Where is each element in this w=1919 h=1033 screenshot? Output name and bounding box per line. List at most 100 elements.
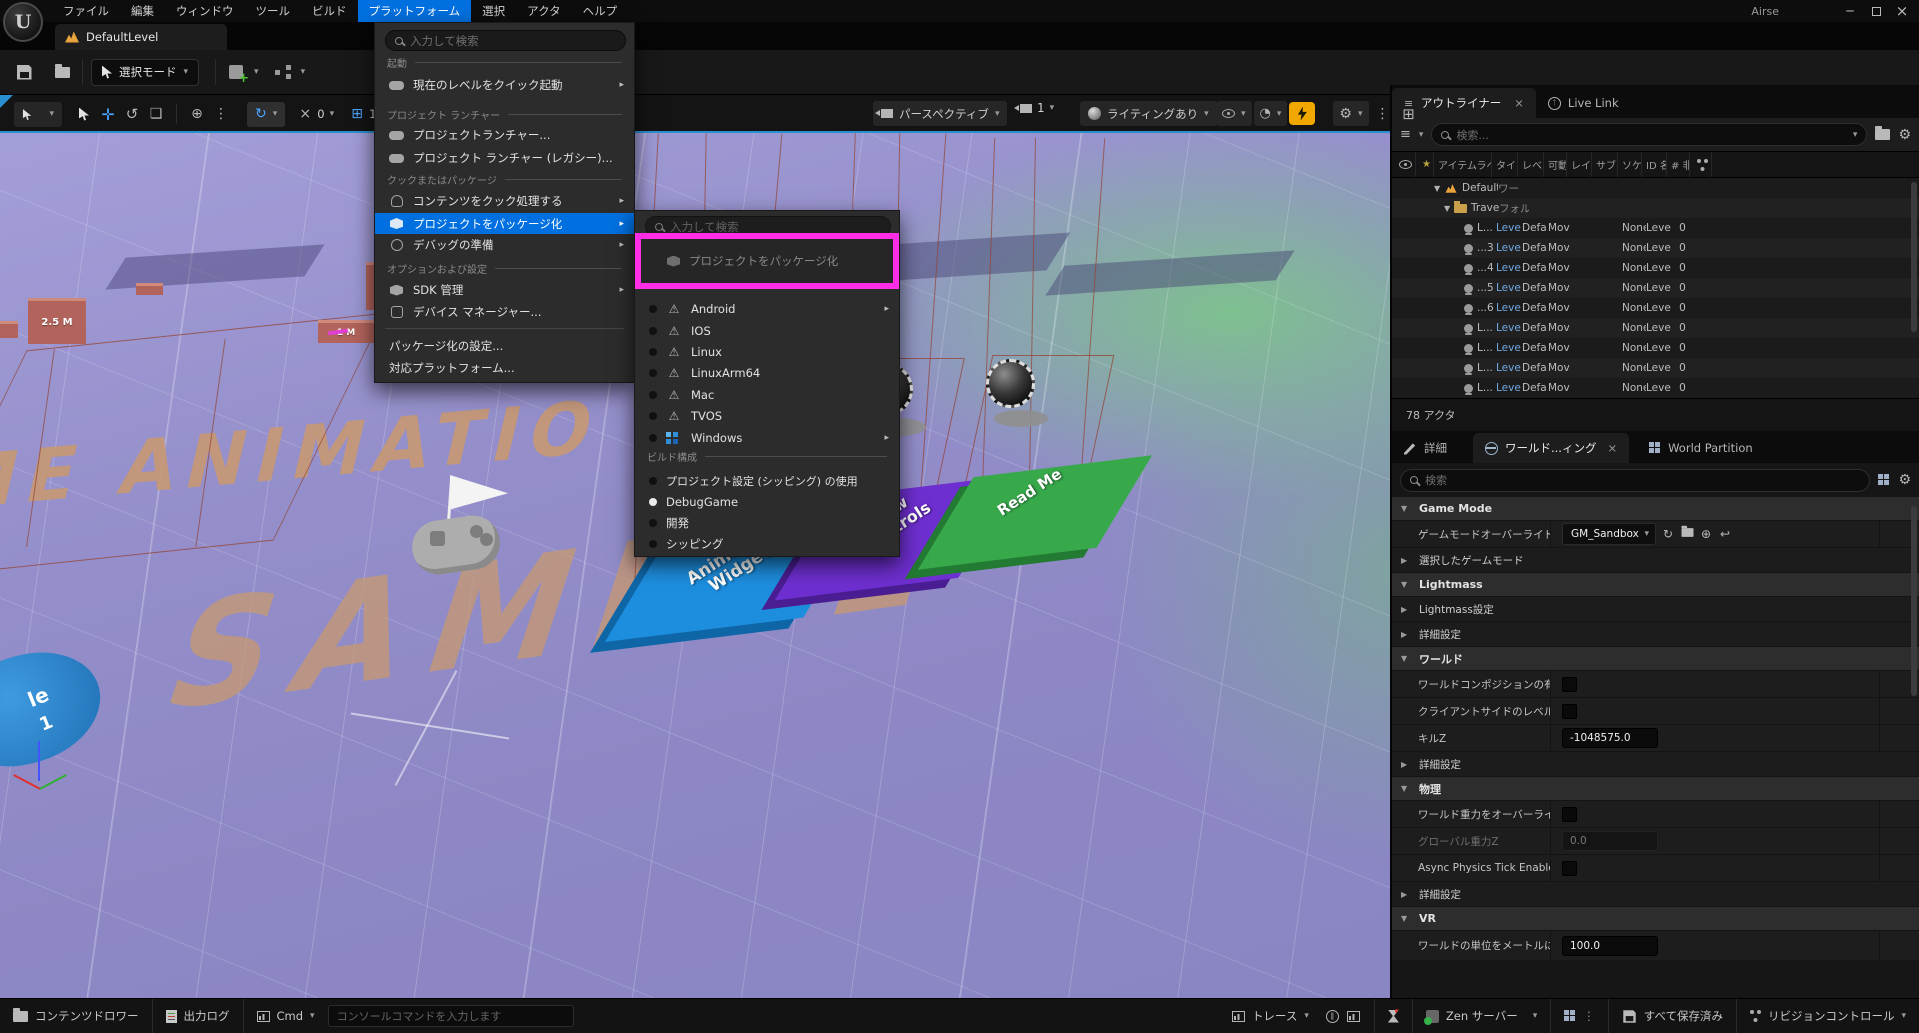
column-sublevel[interactable]: サブ xyxy=(1592,152,1618,177)
submenu-item-development[interactable]: 開発 xyxy=(635,513,899,533)
type-link[interactable]: Leve xyxy=(1496,282,1521,294)
column-level[interactable]: レベル xyxy=(1518,152,1544,177)
submenu-item-shipping[interactable]: シッピング xyxy=(635,534,899,554)
transform-more-button[interactable]: ⋮ xyxy=(209,102,233,127)
submenu-item-use-project-setting[interactable]: プロジェクト設定 (シッピング) の使用 xyxy=(635,471,899,491)
new-folder-button[interactable] xyxy=(1875,129,1890,140)
menu-build[interactable]: ビルド xyxy=(301,0,358,22)
realtime-toggle-button[interactable] xyxy=(1289,102,1315,125)
row-selected-game-mode[interactable]: ▶ 選択したゲームモード xyxy=(1392,548,1919,573)
row-lightmass-settings[interactable]: ▶ Lightmass設定 xyxy=(1392,597,1919,622)
outliner-row-actor[interactable]: ...5 Leve Defa Mov None Leve 0 xyxy=(1392,278,1919,298)
row-advanced-world[interactable]: ▶ 詳細設定 xyxy=(1392,752,1919,777)
submenu-item-mac[interactable]: ⚠ Mac xyxy=(635,385,899,405)
details-search-input[interactable]: 検索 xyxy=(1400,469,1870,492)
angle-snap-value[interactable]: 0 xyxy=(317,107,324,121)
category-lightmass[interactable]: ▼ Lightmass xyxy=(1392,573,1919,597)
type-link[interactable]: Leve xyxy=(1496,302,1521,314)
column-visibility[interactable] xyxy=(1392,152,1416,177)
save-status-button[interactable]: すべて保存済み xyxy=(1609,999,1736,1033)
chevron-down-icon[interactable]: ▾ xyxy=(301,67,306,77)
outliner-row-actor[interactable]: ...6 Leve Defa Mov None Leve 0 xyxy=(1392,298,1919,318)
menu-search-input[interactable]: 入力して検索 xyxy=(385,30,626,51)
camera-speed-control[interactable]: 1 ▾ xyxy=(1020,101,1054,115)
column-type[interactable]: タイプ xyxy=(1492,152,1518,177)
chevron-down-icon[interactable]: ▾ xyxy=(254,67,259,77)
menu-item-quick-launch[interactable]: 現在のレベルをクイック起動 ▸ xyxy=(375,75,634,95)
async-physics-checkbox[interactable] xyxy=(1562,861,1577,876)
reset-to-default-icon[interactable]: ↩ xyxy=(1718,527,1732,541)
insights-button[interactable]: ‖ xyxy=(1322,999,1343,1033)
chevron-down-icon[interactable]: ▾ xyxy=(1419,130,1424,140)
menu-item-project-launcher[interactable]: プロジェクトランチャー... xyxy=(375,125,634,145)
zen-server-dropdown[interactable]: Zen サーバー ▾ xyxy=(1413,999,1550,1033)
browse-asset-icon[interactable] xyxy=(1680,527,1694,541)
outliner-row-actor[interactable]: ...3 Leve Defa Mov None Leve 0 xyxy=(1392,238,1919,258)
global-gravity-input[interactable]: 0.0 xyxy=(1562,831,1658,851)
outliner-row-actor[interactable]: L... Leve Defa Mov None Leve 0 xyxy=(1392,378,1919,398)
unreal-logo-icon[interactable]: U xyxy=(3,2,43,42)
menu-item-package-project[interactable]: プロジェクトをパッケージ化 ▸ xyxy=(375,213,634,234)
menu-item-sdk-management[interactable]: SDK 管理 ▸ xyxy=(375,280,634,300)
menu-item-packaging-settings[interactable]: パッケージ化の設定... xyxy=(375,336,634,356)
content-drawer-button[interactable]: コンテンツドロワー xyxy=(0,999,152,1033)
column-id-name[interactable]: ID 名 xyxy=(1642,152,1667,177)
cmd-dropdown[interactable]: Cmd ▾ xyxy=(244,999,328,1033)
column-favorite[interactable]: ★ xyxy=(1416,152,1434,177)
perspective-dropdown[interactable]: パースペクティブ ▾ xyxy=(873,101,1007,126)
outliner-row-actor[interactable]: L... Leve Defa Mov None Leve 0 xyxy=(1392,318,1919,338)
viewport-settings-dropdown[interactable]: ⚙▾ xyxy=(1333,101,1368,126)
column-num[interactable]: # 非 xyxy=(1667,152,1690,177)
category-physics[interactable]: ▼ 物理 xyxy=(1392,777,1919,801)
type-link[interactable]: Leve xyxy=(1496,262,1521,274)
outliner-row-actor[interactable]: ...4 Leve Defa Mov None Leve 0 xyxy=(1392,258,1919,278)
console-command-input[interactable]: コンソールコマンドを入力します xyxy=(328,1005,574,1027)
outliner-search-input[interactable]: 検索... ▾ xyxy=(1431,123,1867,146)
client-streaming-checkbox[interactable] xyxy=(1562,704,1577,719)
viewport-more-button[interactable]: ⋮ xyxy=(1371,101,1395,126)
background-tasks-button[interactable] xyxy=(1375,999,1412,1033)
create-new-icon[interactable]: ⊕ xyxy=(1699,527,1713,541)
rotate-tool-button[interactable]: ↺ xyxy=(120,102,144,127)
submenu-item-ios[interactable]: ⚠ IOS xyxy=(635,321,899,341)
use-selected-icon[interactable]: ↻ xyxy=(1661,527,1675,541)
stats-button[interactable] xyxy=(1343,999,1364,1033)
tab-details[interactable]: 詳細 xyxy=(1392,433,1459,463)
menu-item-device-manager[interactable]: デバイス マネージャー... xyxy=(375,302,634,322)
show-flags-dropdown[interactable]: ▾ xyxy=(1216,101,1252,126)
move-tool-button[interactable]: ✛ xyxy=(96,102,120,127)
gamemode-override-combobox[interactable]: GM_Sandbox ▾ xyxy=(1562,523,1656,545)
expander-icon[interactable]: ▼ xyxy=(1444,204,1454,213)
menu-actor[interactable]: アクタ xyxy=(516,0,571,22)
add-actor-button[interactable] xyxy=(224,60,248,84)
column-item-label[interactable]: アイテムラベル xyxy=(1434,152,1492,177)
tab-default-level[interactable]: DefaultLevel xyxy=(55,24,227,50)
cursor-tool-button[interactable] xyxy=(72,102,96,127)
menu-item-supported-platforms[interactable]: 対応プラットフォーム... xyxy=(375,358,634,378)
column-layer[interactable]: レイヤ xyxy=(1567,152,1592,177)
chevron-down-icon[interactable]: ▾ xyxy=(330,109,335,119)
submenu-item-package-project-disabled[interactable]: プロジェクトをパッケージ化 xyxy=(641,253,893,269)
world-to-meters-input[interactable]: 100.0 xyxy=(1562,936,1658,956)
world-composition-checkbox[interactable] xyxy=(1562,677,1577,692)
menu-item-prepare-debug[interactable]: デバッグの準備 ▸ xyxy=(375,235,634,255)
outliner-row-actor[interactable]: L... Leve Defa Mov None Leve 0 xyxy=(1392,218,1919,238)
output-log-button[interactable]: 出力ログ xyxy=(153,999,243,1033)
save-button[interactable] xyxy=(12,60,36,84)
derived-data-button[interactable]: ⋮ xyxy=(1551,999,1608,1033)
close-button[interactable]: × xyxy=(1889,0,1915,22)
filter-icon[interactable]: ≡ xyxy=(1400,127,1411,142)
menu-help[interactable]: ヘルプ xyxy=(572,0,629,22)
column-socket[interactable]: ソケッ xyxy=(1618,152,1642,177)
override-gravity-checkbox[interactable] xyxy=(1562,807,1577,822)
content-browser-button[interactable] xyxy=(50,60,74,84)
menu-tools[interactable]: ツール xyxy=(245,0,302,22)
row-advanced-physics[interactable]: ▶ 詳細設定 xyxy=(1392,882,1919,907)
outliner-settings-button[interactable]: ⚙ xyxy=(1898,127,1911,143)
blueprints-button[interactable] xyxy=(271,60,295,84)
display-options-icon[interactable] xyxy=(1878,474,1890,486)
kill-z-input[interactable]: -1048575.0 xyxy=(1562,728,1658,748)
category-vr[interactable]: ▼ VR xyxy=(1392,907,1919,931)
type-link[interactable]: Leve xyxy=(1496,362,1521,374)
column-mobility[interactable]: 可動 xyxy=(1544,152,1567,177)
